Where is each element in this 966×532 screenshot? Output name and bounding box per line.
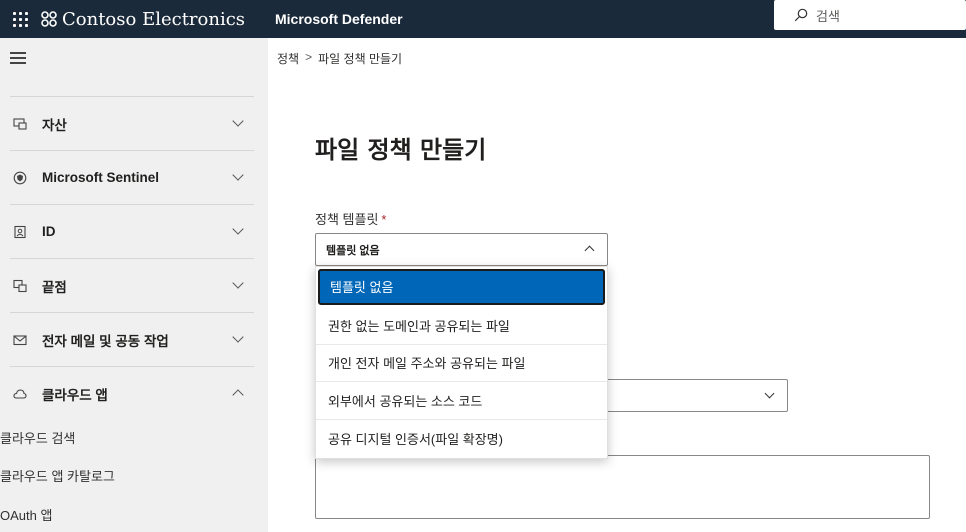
sidebar-item-label: 끝점 [42,279,67,295]
sidebar-item-label: 클라우드 앱 [42,387,108,403]
contoso-logo-icon [41,11,57,27]
description-textarea[interactable] [315,455,930,519]
top-bar: Contoso Electronics Microsoft Defender 검… [0,0,966,38]
search-input[interactable]: 검색 [816,6,840,25]
product-name[interactable]: Microsoft Defender [275,11,403,27]
waffle-icon [12,11,28,27]
sidebar-item-label: ID [42,224,56,239]
chevron-down-icon [764,388,775,399]
template-label-text: 정책 템플릿 [315,212,379,227]
brand[interactable]: Contoso Electronics [40,9,265,30]
chevron-up-icon [584,245,595,256]
sidebar-subitem-cloud-discovery[interactable]: 클라우드 검색 [0,428,75,447]
sidebar-item-sentinel[interactable]: Microsoft Sentinel [10,150,254,204]
chevron-down-icon [232,223,244,235]
template-selected-value: 템플릿 없음 [326,244,380,257]
sidebar-item-label: Microsoft Sentinel [42,170,160,185]
chevron-down-icon [232,331,244,343]
breadcrumb-current: 파일 정책 만들기 [318,52,403,66]
breadcrumb: 정책 > 파일 정책 만들기 [277,50,402,67]
template-option[interactable]: 권한 없는 도메인과 공유되는 파일 [316,307,607,345]
chevron-down-icon [232,169,244,181]
sidebar: 자산 Microsoft Sentinel ID 끝점 전자 메일 및 공동 작… [0,38,268,532]
devices-icon [10,114,30,134]
template-dropdown-list: 템플릿 없음 권한 없는 도메인과 공유되는 파일 개인 전자 메일 주소와 공… [315,266,608,459]
sidebar-item-label: 전자 메일 및 공동 작업 [42,333,169,349]
sidebar-item-endpoints[interactable]: 끝점 [10,258,254,312]
mail-icon [10,330,30,350]
sidebar-item-email-collab[interactable]: 전자 메일 및 공동 작업 [10,312,254,366]
template-option[interactable]: 공유 디지털 인증서(파일 확장명) [316,420,607,458]
shield-icon [10,168,30,188]
required-indicator: * [381,212,387,227]
search-box[interactable]: 검색 [774,0,966,30]
hamburger-menu-icon[interactable] [10,52,26,67]
search-icon [794,8,808,22]
brand-name: Contoso Electronics [62,8,246,30]
sidebar-item-id[interactable]: ID [10,204,254,258]
chevron-down-icon [232,277,244,289]
sidebar-subitem-cloud-app-catalog[interactable]: 클라우드 앱 카탈로그 [0,466,115,485]
template-field-label: 정책 템플릿 * [315,209,386,228]
sidebar-item-cloud-apps[interactable]: 클라우드 앱 [10,366,254,420]
chevron-up-icon [232,389,244,401]
breadcrumb-parent-link[interactable]: 정책 [277,50,299,67]
template-option[interactable]: 외부에서 공유되는 소스 코드 [316,382,607,420]
sidebar-item-assets[interactable]: 자산 [10,96,254,150]
page-title: 파일 정책 만들기 [315,136,487,164]
cloud-icon [10,384,30,404]
sidebar-item-label: 자산 [42,117,67,133]
breadcrumb-separator-icon: > [305,50,313,64]
app-launcher-button[interactable] [0,0,40,38]
id-card-icon [10,222,30,242]
policy-template-select[interactable]: 템플릿 없음 [315,233,608,266]
template-option[interactable]: 개인 전자 메일 주소와 공유되는 파일 [316,345,607,382]
chevron-down-icon [232,115,244,127]
template-option[interactable]: 템플릿 없음 [318,269,605,305]
endpoints-icon [10,276,30,296]
sidebar-subitem-oauth-apps[interactable]: OAuth 앱 [0,505,52,524]
